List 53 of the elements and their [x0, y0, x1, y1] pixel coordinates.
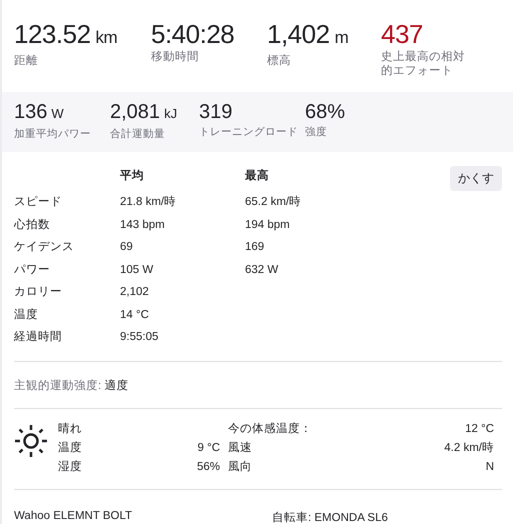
- weather-condition: 晴れ: [58, 422, 83, 436]
- stat-label: 距離: [14, 54, 39, 68]
- stat-value: 1,402 m: [267, 18, 350, 51]
- weather-value: 56%: [196, 460, 220, 474]
- sun-icon: [14, 424, 48, 458]
- stat-label: 史上最高の相対的エフォート: [381, 50, 466, 78]
- row-label: 心拍数: [14, 217, 51, 232]
- weather-label: 温度: [58, 440, 83, 456]
- exertion-value: 適度: [104, 380, 128, 392]
- table-cell-text: 14 °C: [120, 308, 150, 322]
- stat-value: 5:40:28: [151, 18, 236, 50]
- weather-label: 風向: [228, 460, 253, 474]
- weather-label: 湿度: [58, 460, 83, 474]
- table-cell-text: 9:55:05: [120, 330, 160, 345]
- weather-label: 今の体感温度：: [228, 422, 313, 436]
- stat-value: 136 W: [14, 100, 65, 125]
- bike-name: 自転車: EMONDA SL6: [272, 510, 389, 524]
- table-cell-text: 105 W: [120, 262, 154, 278]
- row-label: パワー: [14, 262, 51, 278]
- weather-value: 9 °C: [196, 440, 220, 456]
- stat-label: 合計運動量: [110, 127, 166, 141]
- table-cell-text: 21.8 km/時: [120, 194, 178, 210]
- row-label: ケイデンス: [14, 240, 75, 255]
- weather-value: 4.2 km/時: [444, 440, 494, 456]
- row-label: スピード: [14, 195, 63, 210]
- stat-label: 強度: [305, 125, 328, 139]
- weather-label: 風速: [228, 440, 253, 456]
- table-cell-text: 169: [245, 240, 266, 255]
- table-cell-text: 194 bpm: [245, 218, 291, 232]
- stat-label: 標高: [267, 54, 292, 68]
- stat-value: 437: [381, 18, 424, 50]
- row-label: 経過時間: [14, 330, 63, 345]
- table-cell-text: 69: [120, 240, 134, 255]
- stat-label: トレーニングロード: [199, 125, 299, 139]
- stat-value: 68%: [305, 100, 346, 125]
- weather-value: N: [484, 460, 494, 474]
- exertion-label: 主観的運動強度:: [14, 380, 102, 392]
- table-cell-text: 65.2 km/時: [245, 194, 302, 210]
- row-label: 温度: [14, 308, 39, 322]
- stat-label: 移動時間: [151, 50, 200, 64]
- stat-value: 123.52 km: [14, 18, 118, 51]
- table-cell-text: 632 W: [245, 262, 280, 278]
- stat-value: 319: [199, 100, 234, 125]
- weather-value: 12 °C: [464, 422, 494, 436]
- hide-button[interactable]: かくす: [450, 166, 502, 191]
- table-cell-text: 143 bpm: [120, 218, 166, 232]
- stat-value: 2,081 kJ: [110, 100, 178, 125]
- table-cell-text: 2,102: [120, 285, 150, 300]
- column-header: 最高: [245, 168, 270, 184]
- device-name: Wahoo ELEMNT BOLT: [14, 510, 134, 524]
- column-header: 平均: [120, 168, 145, 184]
- stat-label: 加重平均パワー: [14, 127, 92, 141]
- row-label: カロリー: [14, 285, 63, 300]
